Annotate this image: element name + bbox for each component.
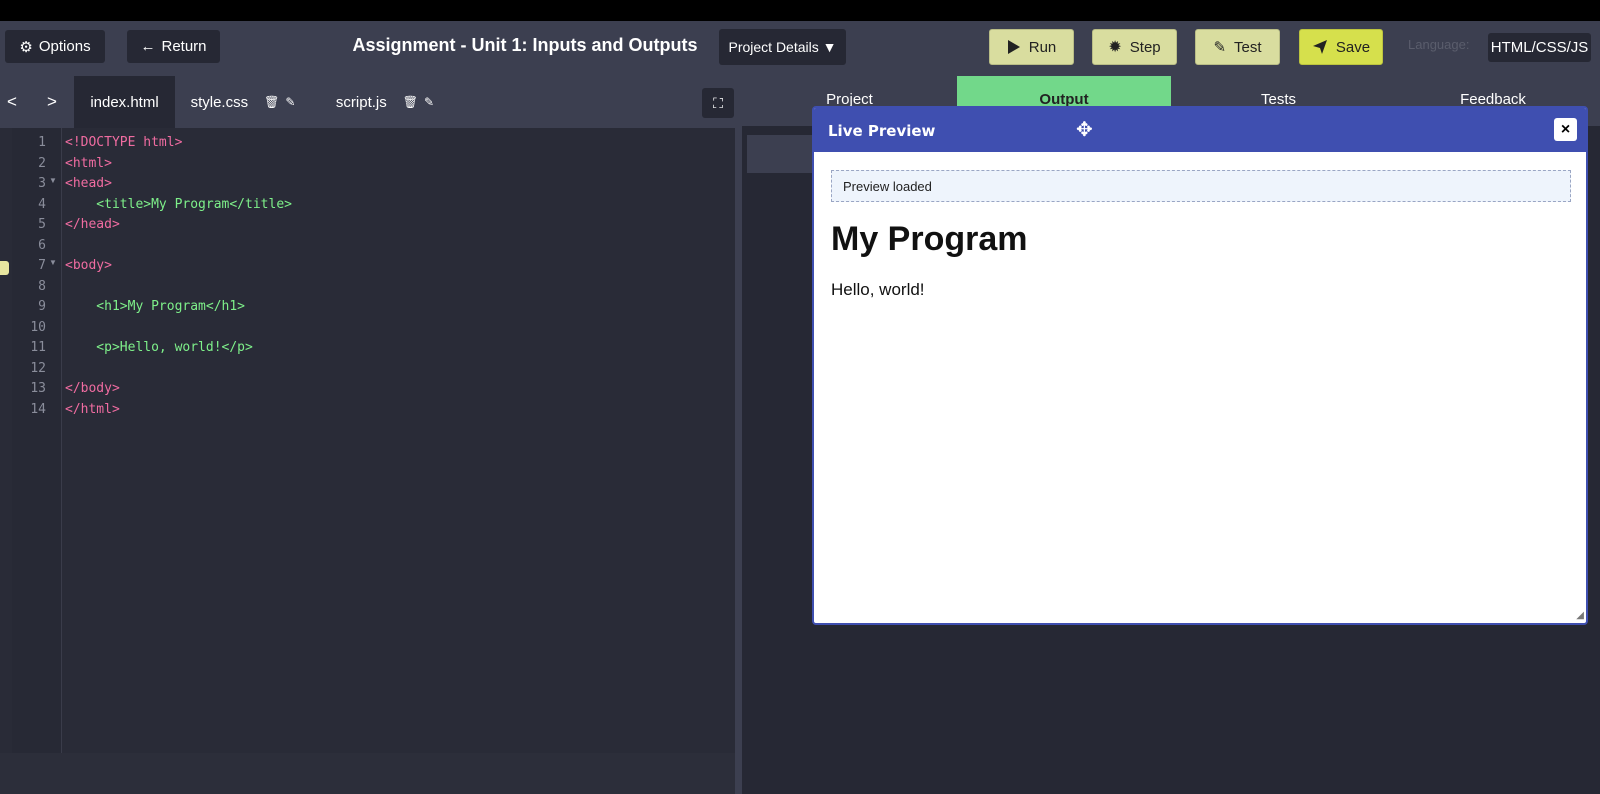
- breakpoint-marker[interactable]: [0, 261, 9, 275]
- line-number: 14: [30, 401, 46, 417]
- line-number: 2: [38, 155, 46, 171]
- editor-status-bar: [0, 753, 735, 794]
- return-button[interactable]: ← Return: [127, 30, 220, 63]
- page-title: Assignment - Unit 1: Inputs and Outputs: [352, 35, 698, 55]
- preview-paragraph: Hello, world!: [831, 280, 925, 299]
- code-line: </head>: [65, 217, 120, 232]
- arrow-left-icon: ←: [140, 38, 156, 55]
- test-button[interactable]: ✎ Test: [1195, 29, 1280, 65]
- live-preview-title: Live Preview: [828, 122, 936, 140]
- line-number: 9: [38, 299, 46, 314]
- line-number: 13: [30, 381, 46, 396]
- project-details-dropdown[interactable]: Project Details ▼: [719, 29, 846, 65]
- options-label: Options: [38, 38, 91, 55]
- options-button[interactable]: ⚙ Options: [5, 30, 105, 63]
- fullscreen-button[interactable]: ⛶: [702, 88, 734, 118]
- gear-icon: ⚙: [19, 38, 33, 56]
- line-number: 8: [38, 278, 46, 294]
- line-number: 11: [30, 340, 46, 355]
- prev-file-button[interactable]: <: [0, 76, 24, 128]
- line-number: 1: [38, 135, 46, 150]
- live-preview-header[interactable]: Live Preview ✥ ×: [814, 108, 1586, 152]
- tab-label: index.html: [90, 93, 159, 111]
- preview-heading: My Program: [831, 220, 1028, 258]
- fold-arrow-icon[interactable]: ▼: [49, 258, 57, 267]
- line-number: 10: [30, 319, 46, 335]
- edit-icon[interactable]: ✎: [285, 95, 295, 109]
- save-label: Save: [1335, 38, 1371, 56]
- bug-icon: ✹: [1108, 39, 1122, 56]
- save-button[interactable]: Save: [1299, 29, 1383, 65]
- code-line: </html>: [65, 401, 120, 417]
- tab-label: script.js: [335, 93, 387, 111]
- trash-icon[interactable]: 🗑: [403, 95, 418, 109]
- tab-label: style.css: [190, 93, 249, 111]
- project-details-label: Project Details ▼: [728, 39, 837, 55]
- language-label: Language:: [1408, 37, 1470, 52]
- code-line: <h1>My Program</h1>: [65, 299, 246, 314]
- tab-index-html[interactable]: index.html: [74, 76, 175, 128]
- play-icon: [1007, 40, 1020, 54]
- live-preview-window: Live Preview ✥ × Preview loaded My Progr…: [812, 106, 1588, 625]
- code-line: <body>: [65, 258, 112, 273]
- code-line: <title>My Program</title>: [65, 196, 292, 212]
- test-label: Test: [1234, 38, 1262, 56]
- code-line: <head>: [65, 176, 112, 191]
- step-label: Step: [1129, 38, 1161, 56]
- fold-arrow-icon[interactable]: ▼: [49, 176, 57, 185]
- expand-icon: ⛶: [713, 94, 723, 111]
- resize-grip-icon[interactable]: ◢: [1576, 610, 1584, 621]
- line-number: 7: [38, 258, 46, 273]
- line-number: 12: [30, 360, 46, 376]
- language-select[interactable]: HTML/CSS/JS: [1488, 33, 1591, 62]
- step-button[interactable]: ✹ Step: [1092, 29, 1177, 65]
- code-line: <!DOCTYPE html>: [65, 135, 183, 150]
- pencil-icon: ✎: [1213, 39, 1227, 56]
- tab-script-js[interactable]: script.js 🗑 ✎: [330, 76, 440, 128]
- code-line: </body>: [65, 381, 120, 396]
- line-number: 6: [38, 237, 46, 253]
- run-label: Run: [1028, 38, 1057, 56]
- code-line: <p>Hello, world!</p>: [65, 340, 253, 355]
- edit-icon[interactable]: ✎: [424, 95, 434, 109]
- send-icon: [1312, 40, 1327, 54]
- code-line: <html>: [65, 155, 112, 171]
- line-number: 3: [38, 176, 46, 191]
- output-toolbar-placeholder: [747, 135, 817, 173]
- top-black-bar: [0, 0, 1600, 21]
- move-icon[interactable]: ✥: [1076, 117, 1093, 142]
- close-preview-button[interactable]: ×: [1554, 118, 1577, 141]
- preview-status-banner: Preview loaded: [831, 170, 1571, 202]
- trash-icon[interactable]: 🗑: [264, 95, 279, 109]
- line-number: 5: [38, 217, 46, 232]
- tab-style-css[interactable]: style.css 🗑 ✎: [183, 76, 303, 128]
- pane-resize-handle[interactable]: [735, 76, 742, 794]
- return-label: Return: [161, 38, 207, 55]
- line-number: 4: [38, 196, 46, 212]
- run-button[interactable]: Run: [989, 29, 1074, 65]
- next-file-button[interactable]: >: [40, 76, 64, 128]
